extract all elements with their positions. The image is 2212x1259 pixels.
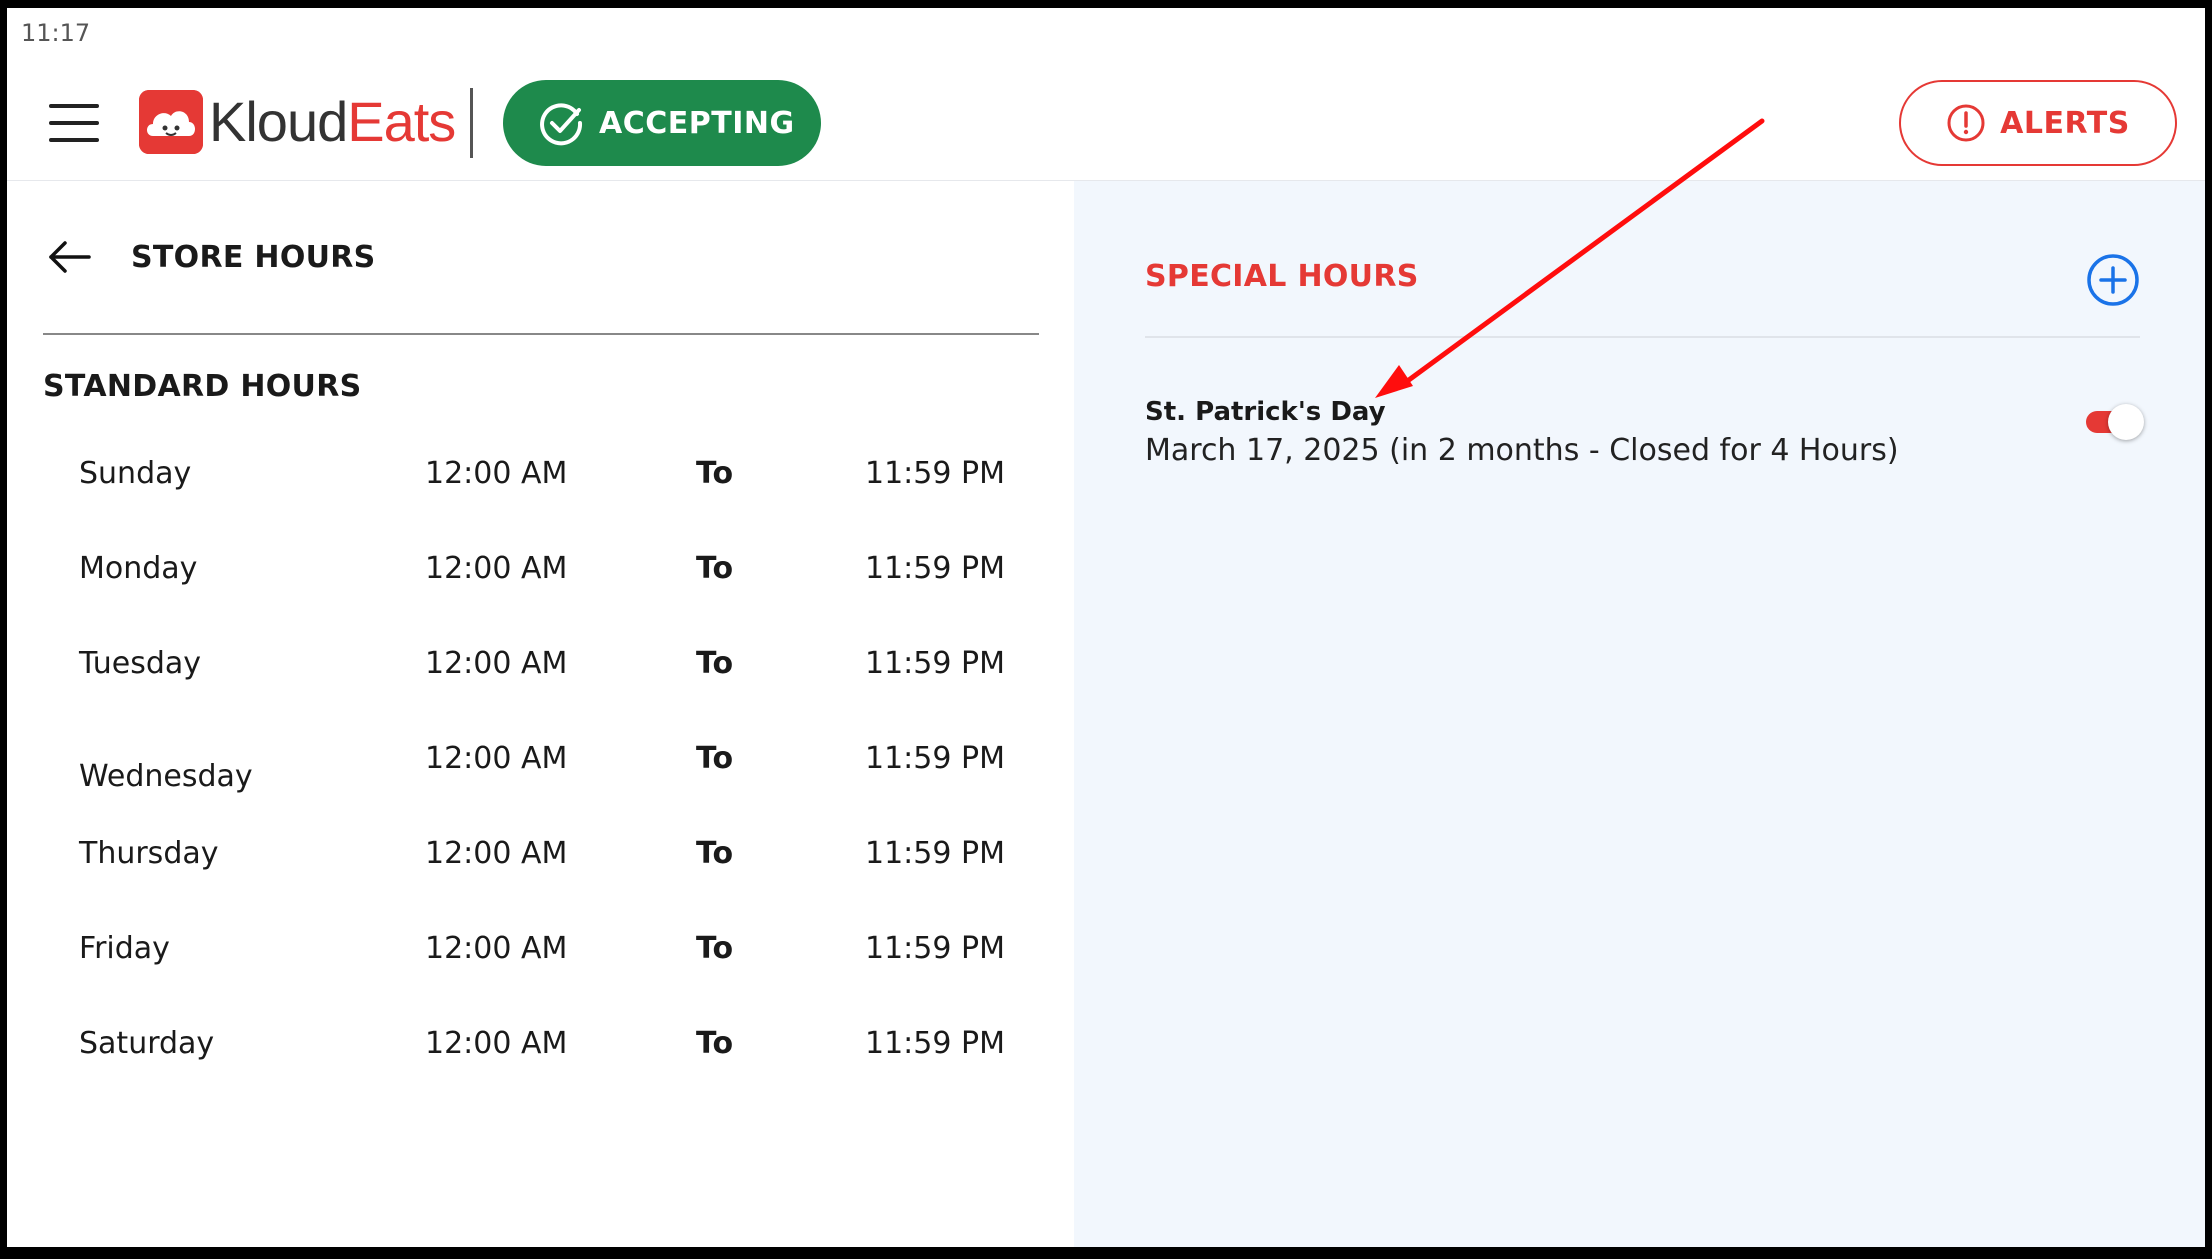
open-time[interactable]: 12:00 AM [425,836,567,871]
logo-text-kloud: Kloud [209,90,348,153]
top-app-bar: KloudEats ACCEPTING ALERTS [7,58,2205,188]
app-window: 11:17 KloudEats ACCEPTING ALERTS STORE H… [7,8,2205,1247]
special-hours-divider [1145,336,2140,338]
to-label: To [696,646,734,681]
day-label: Saturday [79,1026,215,1061]
plus-circle-icon[interactable] [2086,253,2140,307]
check-circle-icon [540,103,583,146]
store-hours-panel: STORE HOURS STANDARD HOURS Sunday 12:00 … [7,181,1074,1247]
kloudeats-logo: KloudEats [139,90,456,154]
hamburger-menu-icon[interactable] [49,104,99,142]
alerts-button[interactable]: ALERTS [1899,80,2177,166]
cloud-logo-icon [139,90,203,154]
special-hours-heading: SPECIAL HOURS [1145,259,1419,294]
special-hours-item-detail: March 17, 2025 (in 2 months - Closed for… [1145,433,1899,468]
close-time[interactable]: 11:59 PM [865,551,1005,586]
hours-row-wednesday[interactable]: Wednesday 12:00 AM To 11:59 PM [7,741,1074,801]
close-time[interactable]: 11:59 PM [865,931,1005,966]
hours-row-saturday[interactable]: Saturday 12:00 AM To 11:59 PM [7,1026,1074,1086]
to-label: To [696,741,734,776]
day-label: Thursday [79,836,219,871]
store-hours-header: STORE HOURS [47,239,376,275]
exclamation-circle-icon [1947,104,1985,142]
open-time[interactable]: 12:00 AM [425,646,567,681]
accepting-label: ACCEPTING [599,105,795,141]
hours-row-thursday[interactable]: Thursday 12:00 AM To 11:59 PM [7,836,1074,896]
day-label: Friday [79,931,170,966]
section-divider [43,333,1039,335]
open-time[interactable]: 12:00 AM [425,931,567,966]
special-hours-panel: SPECIAL HOURS St. Patrick's Day March 17… [1074,181,2205,1247]
to-label: To [696,456,734,491]
open-time[interactable]: 12:00 AM [425,551,567,586]
close-time[interactable]: 11:59 PM [865,646,1005,681]
day-label: Wednesday [79,759,253,794]
hours-row-friday[interactable]: Friday 12:00 AM To 11:59 PM [7,931,1074,991]
special-hours-item-name[interactable]: St. Patrick's Day [1145,397,1386,427]
open-time[interactable]: 12:00 AM [425,456,567,491]
day-label: Sunday [79,456,192,491]
hours-row-tuesday[interactable]: Tuesday 12:00 AM To 11:59 PM [7,646,1074,706]
close-time[interactable]: 11:59 PM [865,456,1005,491]
open-time[interactable]: 12:00 AM [425,1026,567,1061]
special-hours-enabled-toggle[interactable] [2084,401,2144,441]
logo-text-eats: Eats [347,90,456,153]
page-title: STORE HOURS [131,239,376,275]
hours-row-sunday[interactable]: Sunday 12:00 AM To 11:59 PM [7,456,1074,516]
hours-row-monday[interactable]: Monday 12:00 AM To 11:59 PM [7,551,1074,611]
arrow-left-icon[interactable] [47,239,91,275]
to-label: To [696,836,734,871]
open-time[interactable]: 12:00 AM [425,741,567,776]
day-label: Monday [79,551,198,586]
standard-hours-heading: STANDARD HOURS [43,369,362,404]
status-bar-time: 11:17 [21,19,91,47]
to-label: To [696,1026,734,1061]
close-time[interactable]: 11:59 PM [865,741,1005,776]
alerts-label: ALERTS [2000,105,2130,141]
accepting-status-button[interactable]: ACCEPTING [503,80,821,166]
close-time[interactable]: 11:59 PM [865,1026,1005,1061]
logo-wordmark: KloudEats [209,90,456,154]
to-label: To [696,551,734,586]
toggle-knob [2108,404,2144,440]
to-label: To [696,931,734,966]
close-time[interactable]: 11:59 PM [865,836,1005,871]
header-divider [470,88,473,158]
day-label: Tuesday [79,646,202,681]
